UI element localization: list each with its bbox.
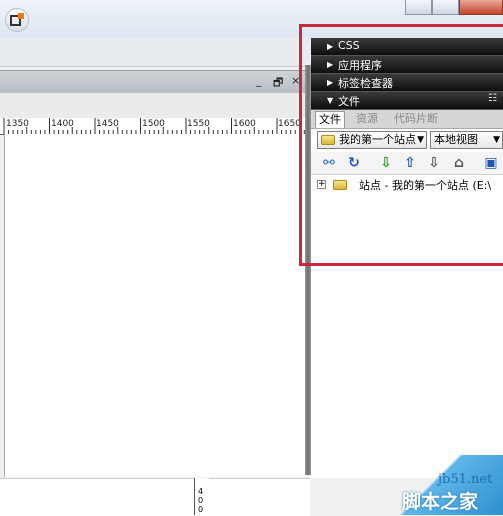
bottom-canvas <box>0 478 310 516</box>
vruler-label: 0 <box>198 496 204 505</box>
document-window-bar: _ 🗗 × <box>0 70 310 94</box>
ruler-label: 1650 <box>278 119 301 129</box>
document-toolbar-strip <box>0 93 310 119</box>
ruler-label: 1500 <box>142 119 165 129</box>
maximize-window-button[interactable] <box>432 0 459 15</box>
vruler-label: 4 <box>198 487 204 496</box>
ruler-label: 1550 <box>187 119 210 129</box>
ruler-label: 1600 <box>233 119 256 129</box>
doc-restore-button[interactable]: 🗗 <box>273 74 283 93</box>
ruler-label: 1400 <box>51 119 74 129</box>
horizontal-ruler: 1350 1400 1450 1500 1550 1600 1650 <box>0 118 305 135</box>
minimize-window-button[interactable] <box>405 0 432 15</box>
doc-minimize-button[interactable]: _ <box>256 74 262 87</box>
watermark-name: 脚本之家 <box>402 491 479 513</box>
close-window-button[interactable] <box>459 0 503 15</box>
design-canvas[interactable] <box>4 134 306 477</box>
highlight-box <box>299 24 503 266</box>
app-logo-icon[interactable] <box>5 8 29 32</box>
toolbar <box>0 38 310 67</box>
ruler-label: 1450 <box>96 119 119 129</box>
watermark-site: jb51.net <box>438 472 493 487</box>
ruler-label: 1350 <box>6 119 29 129</box>
vertical-ruler: 4 0 0 <box>194 478 209 515</box>
vruler-label: 0 <box>198 505 204 514</box>
